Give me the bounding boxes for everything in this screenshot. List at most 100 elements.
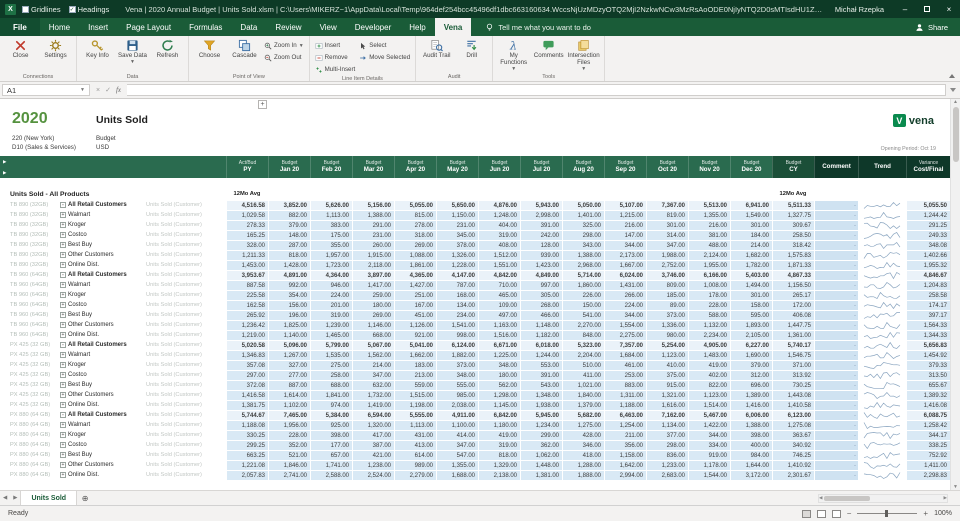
cell-value[interactable]: 815.00 (394, 210, 436, 220)
cell-product[interactable]: PX 880 (64 GB) (0, 440, 56, 450)
ribbon-tab-review[interactable]: Review (266, 18, 310, 36)
cell-value[interactable]: 1,275.08 (772, 420, 814, 430)
excel-app-icon[interactable]: X (5, 4, 16, 15)
cell-value[interactable]: 319.00 (478, 230, 520, 240)
cell-value[interactable]: 553.00 (520, 360, 562, 370)
cell-value[interactable]: 6,671.00 (478, 340, 520, 350)
cell-customer[interactable]: +Best Buy (56, 310, 142, 320)
cell-value[interactable]: 809.00 (646, 280, 688, 290)
cell-measure[interactable]: Units Sold (Customer) (142, 450, 226, 460)
cell-value[interactable]: 1,188.08 (226, 420, 268, 430)
cell-product[interactable]: PX 880 (64 GB) (0, 430, 56, 440)
cell-value[interactable]: 6,842.00 (478, 410, 520, 420)
cell-value[interactable]: 1,988.00 (646, 250, 688, 260)
cell-trend[interactable] (858, 350, 906, 360)
cell-value[interactable]: 5,555.00 (394, 410, 436, 420)
cell-variance[interactable]: 5,656.83 (906, 340, 950, 350)
cell-value[interactable]: 328.00 (226, 240, 268, 250)
collapse-toggle-icon[interactable]: - (60, 202, 66, 208)
cell-measure[interactable]: Units Sold (Customer) (142, 230, 226, 240)
cell-value[interactable]: 6,227.00 (730, 340, 772, 350)
cell-measure[interactable]: Units Sold (Customer) (142, 210, 226, 220)
cell-value[interactable]: 1,238.00 (352, 460, 394, 470)
cell-value[interactable]: 291.00 (352, 220, 394, 230)
cell-value[interactable]: 298.00 (562, 230, 604, 240)
minimize-button[interactable]: – (894, 0, 916, 18)
ribbon-tab-data[interactable]: Data (231, 18, 266, 36)
cell-value[interactable]: 411.00 (562, 370, 604, 380)
cell-value[interactable]: 559.00 (394, 380, 436, 390)
cell-value[interactable]: 355.00 (310, 240, 352, 250)
cell-value[interactable]: 383.00 (310, 220, 352, 230)
cell-value[interactable]: 196.00 (268, 310, 310, 320)
cell-value[interactable]: 822.00 (688, 380, 730, 390)
expand-toggle-icon[interactable]: + (60, 282, 66, 288)
cell-value[interactable]: 1,554.00 (604, 320, 646, 330)
cell-value[interactable]: 6,018.00 (520, 340, 562, 350)
expand-toggle-icon[interactable]: + (60, 302, 66, 308)
cell-value[interactable]: 1,690.00 (730, 350, 772, 360)
cell-value[interactable]: 1,126.00 (394, 320, 436, 330)
dropdown-arrow-icon[interactable]: ▼ (511, 67, 516, 73)
cell-value[interactable]: 278.00 (394, 220, 436, 230)
intersection-files-button[interactable]: Intersection Files▼ (566, 37, 601, 72)
zoom-slider[interactable] (857, 513, 917, 514)
outline-expand-button[interactable]: + (258, 100, 267, 109)
cell-value[interactable]: 1,448.00 (520, 460, 562, 470)
sheet-nav-left-icon[interactable]: ◀ (0, 495, 10, 501)
cell-value[interactable]: 89.00 (646, 300, 688, 310)
cell-value[interactable]: 1,416.58 (226, 390, 268, 400)
cell-value[interactable]: 632.00 (352, 380, 394, 390)
select-button[interactable]: Select (357, 40, 412, 51)
cell-value[interactable]: 1,688.00 (436, 470, 478, 480)
cell-measure[interactable]: Units Sold (Customer) (142, 290, 226, 300)
cell-product[interactable]: PX 425 (32 GB) (0, 360, 56, 370)
cell-comment[interactable]: - (814, 400, 858, 410)
cell-value[interactable]: 668.00 (352, 330, 394, 340)
cell-comment[interactable]: - (814, 380, 858, 390)
cell-customer[interactable]: +Best Buy (56, 450, 142, 460)
cell-value[interactable]: 148.00 (268, 230, 310, 240)
cell-value[interactable]: 465.00 (478, 290, 520, 300)
cell-value[interactable]: 1,662.00 (394, 350, 436, 360)
expand-toggle-icon[interactable]: + (60, 332, 66, 338)
formula-input[interactable] (127, 84, 946, 96)
cell-value[interactable]: 5,682.00 (562, 410, 604, 420)
column-header-py[interactable]: Act/BudPY (226, 156, 268, 178)
cell-trend[interactable] (858, 470, 906, 480)
cell-value[interactable]: 1,298.00 (478, 390, 520, 400)
cell-value[interactable]: 406.08 (772, 310, 814, 320)
cell-value[interactable]: 1,723.00 (310, 260, 352, 270)
cell-variance[interactable]: 1,389.32 (906, 390, 950, 400)
cell-trend[interactable] (858, 450, 906, 460)
cell-comment[interactable]: - (814, 280, 858, 290)
close-button[interactable]: Close (3, 37, 38, 60)
cell-value[interactable]: 1,516.00 (478, 330, 520, 340)
cell-value[interactable]: 1,021.00 (562, 380, 604, 390)
expand-toggle-icon[interactable]: + (60, 292, 66, 298)
cell-value[interactable]: 510.00 (562, 360, 604, 370)
cell-value[interactable]: 201.00 (310, 300, 352, 310)
cell-value[interactable]: 231.00 (436, 220, 478, 230)
cell-comment[interactable]: - (814, 350, 858, 360)
cell-variance[interactable]: 752.92 (906, 450, 950, 460)
cell-value[interactable]: 595.00 (730, 310, 772, 320)
cell-value[interactable]: 1,514.00 (688, 400, 730, 410)
cell-value[interactable]: 162.58 (226, 300, 268, 310)
cell-value[interactable]: 1,180.00 (478, 420, 520, 430)
cell-value[interactable]: 1,841.00 (310, 390, 352, 400)
cell-value[interactable]: 521.00 (268, 450, 310, 460)
cell-trend[interactable] (858, 290, 906, 300)
cell-value[interactable]: 431.00 (394, 430, 436, 440)
cell-value[interactable]: 1,938.00 (520, 400, 562, 410)
cell-value[interactable]: 5,254.00 (646, 340, 688, 350)
cell-value[interactable]: 974.00 (310, 400, 352, 410)
column-header-oct-20[interactable]: BudgetOct 20 (646, 156, 688, 178)
cell-value[interactable]: 1,416.00 (730, 400, 772, 410)
cell-value[interactable]: 547.00 (436, 450, 478, 460)
cell-value[interactable]: 231.00 (352, 230, 394, 240)
cell-value[interactable]: 1,132.00 (688, 320, 730, 330)
cell-variance[interactable]: 338.25 (906, 440, 950, 450)
cell-value[interactable]: 319.00 (478, 440, 520, 450)
band-arrow-icon[interactable]: ▶ (3, 170, 226, 176)
